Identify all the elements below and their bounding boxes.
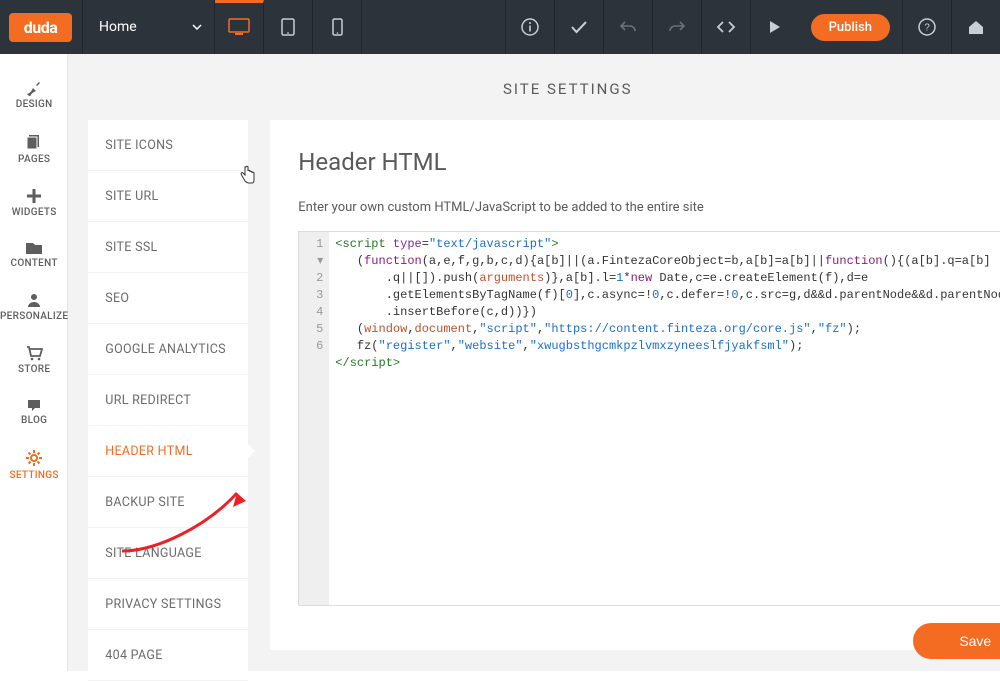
leftnav-item-store[interactable]: STORE <box>0 335 68 388</box>
page-dropdown[interactable]: Home <box>82 0 215 54</box>
section-title: SITE SETTINGS <box>68 54 1000 120</box>
code-gutter: 1 ▾2 3456 <box>299 232 329 605</box>
leftnav-item-settings[interactable]: SETTINGS <box>0 439 68 494</box>
left-nav: DESIGN PAGES WIDGETS CONTENT PERSONALIZE… <box>0 54 68 671</box>
preview-icon[interactable] <box>750 0 799 54</box>
submenu-site-ssl[interactable]: SITE SSL <box>88 222 248 273</box>
publish-button[interactable]: Publish <box>811 14 890 41</box>
redo-icon[interactable] <box>652 0 701 54</box>
save-button[interactable]: Save <box>913 623 1000 659</box>
submenu-site-language[interactable]: SITE LANGUAGE <box>88 528 248 579</box>
submenu-google-analytics[interactable]: GOOGLE ANALYTICS <box>88 324 248 375</box>
submenu-privacy-settings[interactable]: PRIVACY SETTINGS <box>88 579 248 630</box>
leftnav-label: DESIGN <box>16 99 53 110</box>
topbar: duda Home Publish ? <box>0 0 1000 54</box>
info-icon[interactable] <box>505 0 554 54</box>
undo-icon[interactable] <box>603 0 652 54</box>
chevron-down-icon <box>192 24 202 30</box>
leftnav-item-content[interactable]: CONTENT <box>0 231 68 282</box>
leftnav-label: STORE <box>18 364 50 375</box>
content-area: SITE SETTINGS SITE ICONS SITE URL SITE S… <box>68 54 1000 671</box>
leftnav-label: SETTINGS <box>10 470 59 481</box>
settings-submenu: SITE ICONS SITE URL SITE SSL SEO GOOGLE … <box>88 120 248 681</box>
submenu-site-url[interactable]: SITE URL <box>88 171 248 222</box>
leftnav-label: PERSONALIZE <box>0 311 68 322</box>
submenu-header-html[interactable]: HEADER HTML <box>88 426 248 477</box>
check-icon[interactable] <box>554 0 603 54</box>
submenu-404-page[interactable]: 404 PAGE <box>88 630 248 681</box>
submenu-url-redirect[interactable]: URL REDIRECT <box>88 375 248 426</box>
device-tablet-button[interactable] <box>264 0 313 54</box>
leftnav-label: PAGES <box>18 154 50 165</box>
help-icon[interactable]: ? <box>902 0 951 54</box>
code-editor[interactable]: 1 ▾2 3456 <script type="text/javascript"… <box>298 231 1000 606</box>
device-mobile-button[interactable] <box>313 0 362 54</box>
submenu-seo[interactable]: SEO <box>88 273 248 324</box>
device-switcher <box>215 0 362 54</box>
leftnav-item-design[interactable]: DESIGN <box>0 68 68 123</box>
leftnav-label: BLOG <box>21 415 47 426</box>
submenu-backup-site[interactable]: BACKUP SITE <box>88 477 248 528</box>
leftnav-item-blog[interactable]: BLOG <box>0 388 68 439</box>
leftnav-label: WIDGETS <box>12 207 57 218</box>
leftnav-item-pages[interactable]: PAGES <box>0 123 68 178</box>
code-content[interactable]: <script type="text/javascript"> (functio… <box>329 232 1000 605</box>
leftnav-label: CONTENT <box>11 258 58 269</box>
editor-panel: Header HTML Enter your own custom HTML/J… <box>270 120 1000 650</box>
submenu-site-icons[interactable]: SITE ICONS <box>88 120 248 171</box>
editor-description: Enter your own custom HTML/JavaScript to… <box>298 200 1000 215</box>
svg-text:?: ? <box>924 23 930 34</box>
logo: duda <box>9 13 72 42</box>
leftnav-item-widgets[interactable]: WIDGETS <box>0 178 68 231</box>
editor-title: Header HTML <box>298 148 1000 176</box>
home-icon[interactable] <box>951 0 1000 54</box>
devmode-icon[interactable] <box>701 0 750 54</box>
leftnav-item-personalize[interactable]: PERSONALIZE <box>0 282 68 335</box>
device-desktop-button[interactable] <box>215 0 264 54</box>
page-dropdown-label: Home <box>99 19 137 35</box>
